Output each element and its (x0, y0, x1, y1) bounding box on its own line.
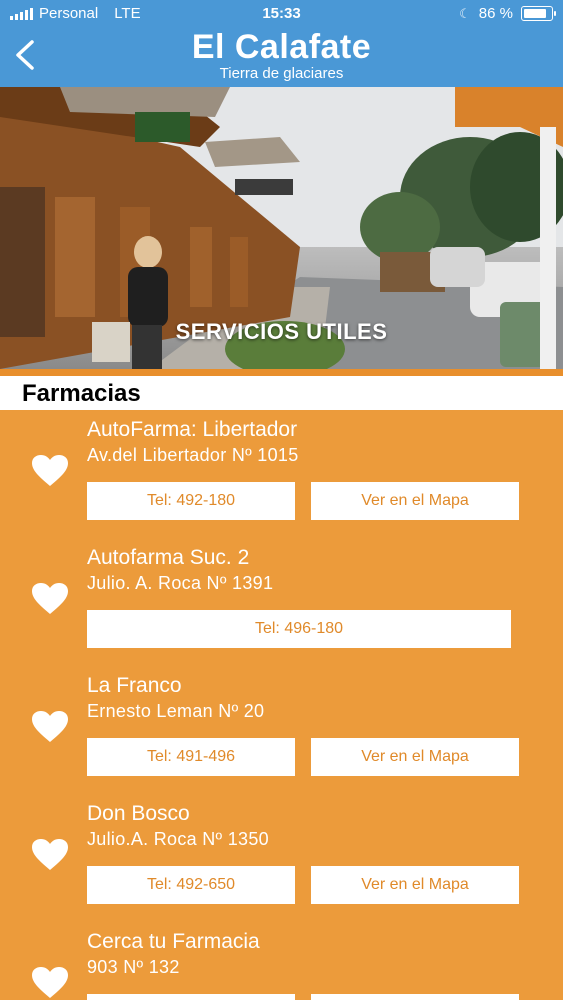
section-header: Farmacias (0, 376, 563, 410)
view-map-button[interactable]: Ver en el Mapa (311, 866, 519, 904)
call-button[interactable]: Tel: 492-650 (87, 866, 295, 904)
orange-divider (0, 369, 563, 376)
pharmacy-address: Ernesto Leman Nº 20 (87, 701, 265, 721)
pharmacy-name: La Franco (87, 674, 182, 697)
list-item: La Franco Ernesto Leman Nº 20 Tel: 491-4… (0, 666, 563, 794)
view-map-button[interactable]: Ver en el Mapa (311, 482, 519, 520)
call-button[interactable] (87, 994, 295, 1000)
favorite-heart-icon[interactable] (30, 966, 70, 1000)
pharmacy-list[interactable]: AutoFarma: Libertador Av.del Libertador … (0, 410, 563, 1000)
pharmacy-name: AutoFarma: Libertador (87, 418, 298, 441)
battery-label: 86 % (478, 5, 513, 22)
pharmacy-address: Julio.A. Roca Nº 1350 (87, 829, 269, 849)
list-item: AutoFarma: Libertador Av.del Libertador … (0, 410, 563, 538)
moon-icon: ☾ (459, 5, 471, 21)
call-button[interactable]: Tel: 492-180 (87, 482, 295, 520)
hero-banner: SERVICIOS UTILES (0, 87, 563, 369)
app-subtitle: Tierra de glaciares (219, 65, 344, 82)
status-bar: Personal LTE 15:33 ☾ 86 % (0, 0, 563, 28)
status-right: ☾ 86 % (459, 5, 556, 22)
call-button[interactable]: Tel: 496-180 (87, 610, 511, 648)
view-map-button[interactable] (311, 994, 519, 1000)
hero-caption: SERVICIOS UTILES (175, 319, 388, 344)
favorite-heart-icon[interactable] (30, 582, 70, 616)
pharmacy-name: Cerca tu Farmacia (87, 930, 260, 953)
pharmacy-address: Av.del Libertador Nº 1015 (87, 445, 299, 465)
pharmacy-name: Don Bosco (87, 802, 190, 825)
call-button[interactable]: Tel: 491-496 (87, 738, 295, 776)
pharmacy-address: Julio. A. Roca Nº 1391 (87, 573, 274, 593)
view-map-button[interactable]: Ver en el Mapa (311, 738, 519, 776)
top-bar: Personal LTE 15:33 ☾ 86 % El Calafate Ti… (0, 0, 563, 87)
list-item: Don Bosco Julio.A. Roca Nº 1350 Tel: 492… (0, 794, 563, 922)
favorite-heart-icon[interactable] (30, 710, 70, 744)
list-item: Autofarma Suc. 2 Julio. A. Roca Nº 1391 … (0, 538, 563, 666)
battery-icon (521, 6, 556, 21)
favorite-heart-icon[interactable] (30, 838, 70, 872)
section-title: Farmacias (22, 380, 141, 407)
pharmacy-address: 903 Nº 132 (87, 957, 180, 977)
pharmacy-name: Autofarma Suc. 2 (87, 546, 250, 569)
app-title: El Calafate (191, 28, 372, 66)
list-item: Cerca tu Farmacia 903 Nº 132 (0, 922, 563, 1000)
favorite-heart-icon[interactable] (30, 454, 70, 488)
